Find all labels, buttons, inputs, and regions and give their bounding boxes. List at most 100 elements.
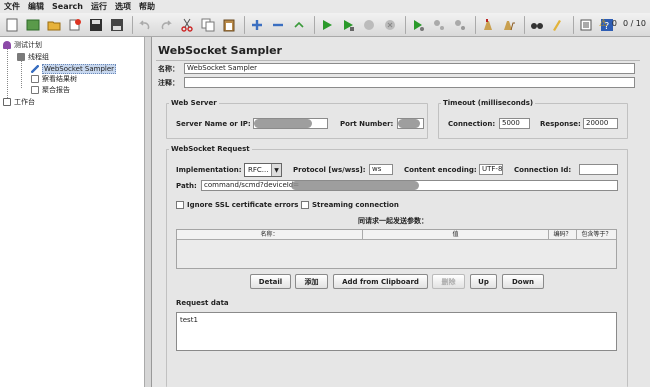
comment-field[interactable] (184, 77, 635, 88)
collapse-icon[interactable] (269, 16, 287, 34)
start-no-pause-icon[interactable] (339, 16, 357, 34)
redo-icon[interactable] (157, 16, 175, 34)
parameters-table-header: 名称： 值 编码？ 包含等于？ (177, 230, 616, 240)
function-helper-icon[interactable] (577, 16, 595, 34)
add-button[interactable]: 添加 (295, 274, 328, 289)
up-button[interactable]: Up (470, 274, 497, 289)
shutdown-icon[interactable] (381, 16, 399, 34)
workbench-icon (3, 97, 11, 106)
tree-connector (7, 47, 8, 98)
down-button[interactable]: Down (502, 274, 544, 289)
connection-id-field[interactable] (579, 164, 618, 175)
menu-help[interactable]: 帮助 (139, 1, 155, 12)
search-icon[interactable] (528, 16, 546, 34)
name-label: 名称： (158, 65, 179, 73)
toolbar-separator (244, 15, 245, 34)
column-header-name[interactable]: 名称： (177, 230, 363, 240)
menu-edit[interactable]: 编辑 (28, 1, 44, 12)
save-as-icon[interactable] (108, 16, 126, 34)
clear-icon[interactable] (479, 16, 497, 34)
websocket-request-group-title: WebSocket Request (169, 145, 252, 153)
comment-label: 注释： (158, 79, 179, 87)
redacted-server-name (254, 119, 312, 128)
column-header-include-equals[interactable]: 包含等于？ (577, 230, 616, 240)
templates-icon[interactable] (24, 16, 42, 34)
connection-id-label: Connection Id: (514, 166, 572, 174)
remote-shutdown-icon[interactable] (451, 16, 469, 34)
clear-all-icon[interactable] (500, 16, 518, 34)
menu-options[interactable]: 选项 (115, 1, 131, 12)
name-field[interactable]: WebSocket Sampler (184, 63, 635, 74)
warning-icon[interactable]: ⚠ (599, 18, 608, 29)
copy-icon[interactable] (199, 16, 217, 34)
parameters-table[interactable]: 名称： 值 编码？ 包含等于？ (176, 229, 617, 269)
page-title: WebSocket Sampler (158, 44, 282, 57)
checkbox-box (176, 201, 184, 209)
server-name-label: Server Name or IP: (176, 120, 251, 128)
implementation-select[interactable]: RFC... ▼ (244, 163, 282, 177)
path-label: Path: (176, 182, 197, 190)
menu-search[interactable]: Search (52, 2, 83, 11)
parameters-title: 同请求一起发送参数： (358, 217, 428, 225)
listener-icon (31, 85, 39, 94)
remote-start-icon[interactable] (409, 16, 427, 34)
remote-stop-icon[interactable] (430, 16, 448, 34)
tree-node-thread-group[interactable]: 线程组 (17, 51, 49, 62)
content-encoding-label: Content encoding: (404, 166, 477, 174)
tree-node-view-results-tree[interactable]: 察看结果树 (31, 73, 77, 84)
timeout-group-title: Timeout (milliseconds) (441, 99, 536, 107)
column-header-value[interactable]: 值 (363, 230, 549, 240)
tree-node-test-plan[interactable]: 测试计划 (3, 39, 42, 50)
toolbar-separator (524, 15, 525, 34)
web-server-group-title: Web Server (169, 99, 219, 107)
protocol-label: Protocol [ws/wss]: (293, 166, 366, 174)
recent-icon[interactable] (66, 16, 84, 34)
implementation-label: Implementation: (176, 166, 242, 174)
thread-count: 0 / 10 (622, 19, 646, 28)
column-header-encode[interactable]: 编码？ (549, 230, 577, 240)
start-icon[interactable] (318, 16, 336, 34)
menu-run[interactable]: 运行 (91, 1, 107, 12)
new-icon[interactable] (3, 16, 21, 34)
tree-node-workbench[interactable]: 工作台 (3, 96, 35, 107)
toolbar-separator (475, 15, 476, 34)
protocol-field[interactable]: ws (369, 164, 393, 175)
chevron-down-icon: ▼ (271, 164, 281, 176)
sampler-icon (31, 64, 39, 73)
checkbox-box (301, 201, 309, 209)
detail-button[interactable]: Detail (250, 274, 291, 289)
streaming-connection-checkbox[interactable]: Streaming connection (301, 201, 399, 209)
tree-node-aggregate-report[interactable]: 聚合报告 (31, 84, 70, 95)
request-data-label: Request data (176, 299, 229, 307)
toolbar-separator (405, 15, 406, 34)
tree-connector (21, 59, 22, 88)
request-data-textarea[interactable]: test1 (176, 312, 617, 351)
toolbar: ? ⚠ 0 0 / 10 (0, 13, 650, 37)
stop-icon[interactable] (360, 16, 378, 34)
content-encoding-field[interactable]: UTF-8 (479, 164, 503, 175)
save-icon[interactable] (87, 16, 105, 34)
paste-icon[interactable] (220, 16, 238, 34)
toggle-icon[interactable] (290, 16, 308, 34)
delete-button[interactable]: 删除 (432, 274, 465, 289)
cut-icon[interactable] (178, 16, 196, 34)
menu-bar: 文件 编辑 Search 运行 选项 帮助 (0, 0, 650, 13)
ignore-ssl-checkbox[interactable]: Ignore SSL certificate errors (176, 201, 298, 209)
connection-timeout-label: Connection: (448, 120, 496, 128)
add-from-clipboard-button[interactable]: Add from Clipboard (333, 274, 428, 289)
reset-search-icon[interactable] (549, 16, 567, 34)
menu-file[interactable]: 文件 (4, 1, 20, 12)
undo-icon[interactable] (136, 16, 154, 34)
redacted-device-id (291, 181, 419, 190)
response-timeout-field[interactable]: 20000 (583, 118, 618, 129)
sampler-editor-panel: WebSocket Sampler 名称： WebSocket Sampler … (151, 37, 650, 387)
listener-icon (31, 74, 39, 83)
thread-group-icon (17, 52, 25, 61)
toolbar-separator (314, 15, 315, 34)
divider (156, 60, 640, 61)
connection-timeout-field[interactable]: 5000 (499, 118, 530, 129)
toolbar-separator (132, 15, 133, 34)
open-icon[interactable] (45, 16, 63, 34)
redacted-port-number (398, 119, 420, 128)
expand-icon[interactable] (248, 16, 266, 34)
